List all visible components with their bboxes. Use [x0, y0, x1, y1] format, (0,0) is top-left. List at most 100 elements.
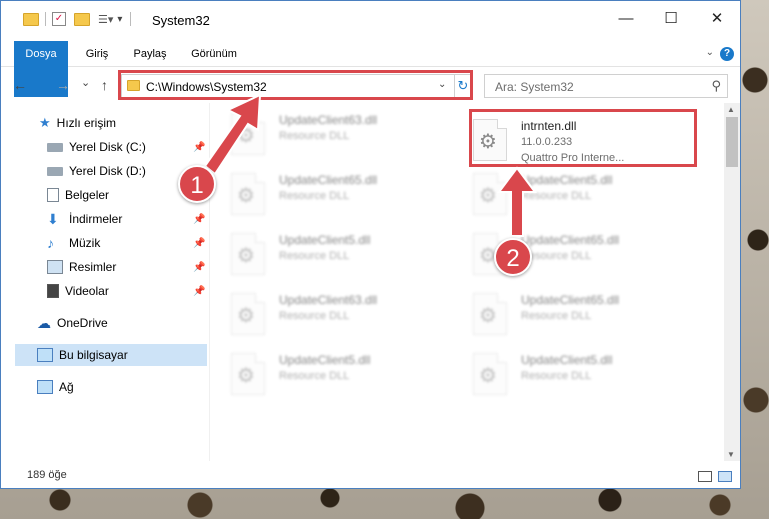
file-name: UpdateClient5.dll	[279, 233, 371, 247]
forward-button[interactable]: →	[56, 77, 70, 93]
gear-icon: ⚙	[479, 185, 497, 207]
large-icons-view-icon[interactable]	[718, 471, 732, 482]
file-type: Resource DLL	[521, 310, 592, 322]
details-view-icon[interactable]	[698, 471, 712, 482]
file-name: UpdateClient65.dll	[521, 293, 620, 307]
sidebar-item-videos[interactable]: Videolar 📌	[47, 280, 209, 302]
dll-file-icon: ⚙	[231, 113, 265, 155]
title-bar: ✓ ☰▾ ▾ System32 — ☐ ✕	[1, 1, 740, 41]
tab-share[interactable]: Paylaş	[127, 41, 173, 67]
sidebar-item-label: İndirmeler	[69, 212, 123, 226]
file-item[interactable]: ⚙ UpdateClient5.dll Resource DLL	[465, 345, 695, 401]
dll-file-icon: ⚙	[473, 293, 507, 335]
sidebar-item-label: Resimler	[69, 260, 117, 274]
drive-icon	[47, 166, 63, 176]
file-name: UpdateClient65.dll	[521, 233, 620, 247]
file-highlight	[469, 109, 697, 167]
dll-file-icon: ⚙	[231, 293, 265, 335]
file-name: UpdateClient63.dll	[279, 293, 378, 307]
divider	[130, 12, 132, 26]
help-button[interactable]: ?	[720, 47, 734, 61]
pin-icon[interactable]: 📌	[193, 286, 205, 297]
gear-icon: ⚙	[479, 305, 497, 327]
up-button[interactable]: ↑	[101, 77, 108, 93]
file-item[interactable]: ⚙ UpdateClient5.dll Resource DLL	[465, 165, 695, 221]
status-bar: 189 öğe	[1, 463, 740, 488]
recent-locations-button[interactable]: ⌄	[81, 76, 90, 89]
new-folder-icon[interactable]	[74, 12, 90, 26]
file-name: UpdateClient65.dll	[279, 173, 378, 187]
expand-ribbon-icon[interactable]: ⌄	[706, 47, 714, 58]
dll-file-icon: ⚙	[473, 173, 507, 215]
back-button[interactable]: ←	[13, 77, 27, 93]
tab-view[interactable]: Görünüm	[186, 41, 242, 67]
pin-icon[interactable]: 📌	[193, 214, 205, 225]
gear-icon: ⚙	[237, 305, 255, 327]
sidebar-item-onedrive[interactable]: ☁ OneDrive	[37, 312, 108, 334]
sidebar-item-label: Belgeler	[65, 188, 110, 202]
sidebar-item-local-disk-c[interactable]: Yerel Disk (C:) 📌	[47, 136, 209, 158]
gear-icon: ⚙	[237, 365, 255, 387]
file-type: Resource DLL	[279, 190, 350, 202]
sidebar-item-quick-access[interactable]: ★ Hızlı erişim	[39, 112, 116, 134]
file-type: Resource DLL	[279, 310, 350, 322]
drive-icon	[47, 142, 63, 152]
sidebar-item-label: Hızlı erişim	[56, 116, 116, 130]
step-2-badge: 2	[494, 238, 532, 276]
dll-file-icon: ⚙	[473, 353, 507, 395]
sidebar-item-local-disk-d[interactable]: Yerel Disk (D:)	[47, 160, 146, 182]
search-box[interactable]: Ara: System32 ⚲	[484, 74, 728, 98]
window-title: System32	[152, 13, 210, 28]
file-type: Resource DLL	[279, 250, 350, 262]
file-name: UpdateClient5.dll	[521, 173, 613, 187]
videos-icon	[47, 284, 59, 298]
folder-icon[interactable]	[23, 12, 39, 26]
file-item[interactable]: ⚙ UpdateClient63.dll Resource DLL	[223, 285, 453, 341]
scroll-up-icon[interactable]: ▲	[727, 105, 735, 114]
sidebar-item-pictures[interactable]: Resimler 📌	[47, 256, 209, 278]
view-menu-icon[interactable]: ☰▾	[98, 13, 113, 26]
sidebar-item-label: Yerel Disk (D:)	[69, 164, 146, 178]
vertical-scrollbar[interactable]: ▲ ▼	[724, 103, 740, 461]
file-item[interactable]: ⚙ UpdateClient65.dll Resource DLL	[465, 285, 695, 341]
gear-icon: ⚙	[479, 365, 497, 387]
scrollbar-thumb[interactable]	[726, 117, 738, 167]
maximize-button[interactable]: ☐	[663, 11, 679, 27]
sidebar-item-downloads[interactable]: ⬇ İndirmeler 📌	[47, 208, 209, 230]
sidebar-item-music[interactable]: ♪ Müzik 📌	[47, 232, 209, 254]
file-type: Resource DLL	[279, 130, 350, 142]
pin-icon[interactable]: 📌	[193, 262, 205, 273]
search-icon[interactable]: ⚲	[711, 78, 721, 94]
star-icon: ★	[39, 115, 51, 130]
minimize-button[interactable]: —	[618, 11, 634, 27]
file-type: Resource DLL	[279, 370, 350, 382]
file-name: UpdateClient63.dll	[279, 113, 378, 127]
file-item[interactable]: ⚙ UpdateClient65.dll Resource DLL	[223, 165, 453, 221]
gear-icon: ⚙	[237, 185, 255, 207]
sidebar-item-label: OneDrive	[57, 316, 108, 330]
pin-icon[interactable]: 📌	[193, 238, 205, 249]
cloud-icon: ☁	[37, 314, 51, 331]
gear-icon: ⚙	[237, 125, 255, 147]
file-name: UpdateClient5.dll	[521, 353, 613, 367]
sidebar-item-network[interactable]: Ağ	[37, 376, 74, 398]
file-item[interactable]: ⚙ UpdateClient5.dll Resource DLL	[223, 345, 453, 401]
search-placeholder[interactable]: Ara: System32	[495, 80, 574, 94]
navigation-pane: ★ Hızlı erişim Yerel Disk (C:) 📌 Yerel D…	[1, 103, 209, 461]
tab-home[interactable]: Giriş	[79, 41, 115, 67]
properties-icon[interactable]: ✓	[52, 12, 66, 26]
file-type: Resource DLL	[521, 190, 592, 202]
gear-icon: ⚙	[237, 245, 255, 267]
pin-icon[interactable]: 📌	[193, 142, 205, 153]
ribbon-tabs: Dosya Giriş Paylaş Görünüm ⌄ ?	[1, 41, 740, 97]
sidebar-item-this-pc[interactable]: Bu bilgisayar	[15, 344, 207, 366]
downloads-icon: ⬇	[47, 210, 59, 227]
file-item[interactable]: ⚙ UpdateClient63.dll Resource DLL	[223, 105, 453, 161]
network-icon	[37, 380, 53, 394]
close-button[interactable]: ✕	[709, 11, 725, 27]
computer-icon	[37, 348, 53, 362]
scroll-down-icon[interactable]: ▼	[727, 450, 735, 459]
file-item[interactable]: ⚙ UpdateClient5.dll Resource DLL	[223, 225, 453, 281]
pane-divider	[209, 103, 210, 461]
customize-toolbar-icon[interactable]: ▾	[117, 14, 122, 25]
